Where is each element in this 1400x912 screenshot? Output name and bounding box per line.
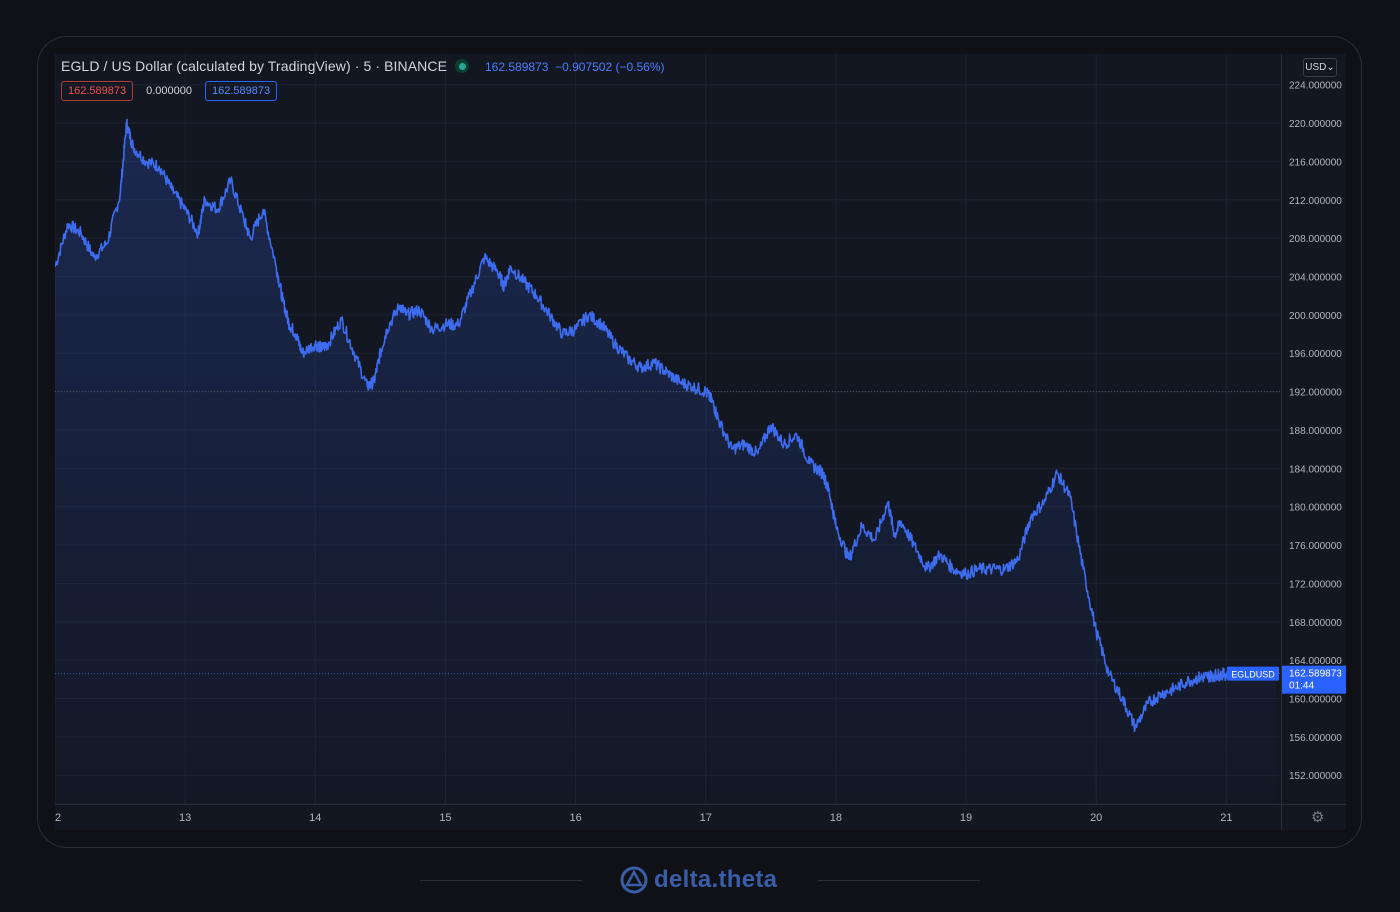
- indicator-values: 162.589873 0.000000 162.589873: [61, 81, 278, 101]
- price-axis-label: 216.000000: [1289, 157, 1342, 168]
- chevron-down-icon: ⌄: [1326, 62, 1335, 73]
- time-axis-label: 20: [1090, 812, 1102, 824]
- delta-theta-logo-icon: [620, 866, 648, 894]
- currency-selector[interactable]: USD⌄: [1303, 58, 1337, 77]
- price-axis-label: 208.000000: [1289, 234, 1342, 245]
- chart-panel[interactable]: 224.000000 220.000000 216.000000 212.000000…: [55, 54, 1346, 830]
- time-axis-label: 13: [179, 812, 191, 824]
- price-chart[interactable]: 224.000000 220.000000 216.000000 212.000000…: [55, 54, 1346, 830]
- time-axis-label: 12: [55, 812, 61, 824]
- price-axis-label: 156.000000: [1289, 733, 1342, 744]
- symbol-tag-label: EGLDUSD: [1231, 670, 1275, 680]
- time-axis-label: 14: [309, 812, 321, 824]
- time-axis-label: 17: [700, 812, 712, 824]
- indicator-value-plain: 0.000000: [146, 85, 193, 97]
- header-quote: 162.589873 −0.907502 (−0.56%): [485, 60, 665, 74]
- price-axis-label: 200.000000: [1289, 311, 1342, 322]
- price-area-fill: [55, 119, 1276, 804]
- price-tag-countdown: 01:44: [1289, 681, 1314, 692]
- watermark-divider-left: [420, 880, 582, 881]
- price-axis-label: 164.000000: [1289, 656, 1342, 667]
- price-axis-label: 212.000000: [1289, 196, 1342, 207]
- gear-icon[interactable]: ⚙: [1311, 808, 1324, 826]
- price-axis-label: 176.000000: [1289, 541, 1342, 552]
- watermark-divider-right: [818, 880, 980, 881]
- indicator-value-red[interactable]: 162.589873: [61, 81, 134, 101]
- time-axis-label: 19: [960, 812, 972, 824]
- price-axis-label: 220.000000: [1289, 119, 1342, 130]
- quote-change: −0.907502 (−0.56%): [555, 60, 665, 74]
- brand-name: delta.theta: [654, 866, 778, 893]
- price-axis-label: 160.000000: [1289, 695, 1342, 706]
- quote-price: 162.589873: [485, 60, 549, 74]
- price-axis-label: 152.000000: [1289, 771, 1342, 782]
- symbol-title[interactable]: EGLD / US Dollar (calculated by TradingV…: [61, 58, 447, 74]
- price-axis-label: 168.000000: [1289, 618, 1342, 629]
- price-axis-label: 172.000000: [1289, 579, 1342, 590]
- price-axis-label: 188.000000: [1289, 426, 1342, 437]
- indicator-value-blue[interactable]: 162.589873: [205, 81, 278, 101]
- time-axis-label: 15: [439, 812, 451, 824]
- price-axis-label: 180.000000: [1289, 503, 1342, 514]
- market-open-dot-icon: [455, 59, 469, 73]
- currency-label: USD: [1305, 62, 1327, 73]
- price-axis-label: 192.000000: [1289, 388, 1342, 399]
- price-axis-label: 204.000000: [1289, 273, 1342, 284]
- price-tag-value: 162.589873: [1289, 669, 1342, 680]
- time-axis-label: 16: [569, 812, 581, 824]
- brand-watermark: delta.theta: [620, 866, 777, 894]
- time-axis-label: 18: [830, 812, 842, 824]
- price-axis-label: 184.000000: [1289, 464, 1342, 475]
- price-axis-label: 224.000000: [1289, 81, 1342, 92]
- price-axis-label: 196.000000: [1289, 349, 1342, 360]
- time-axis-label: 21: [1220, 812, 1232, 824]
